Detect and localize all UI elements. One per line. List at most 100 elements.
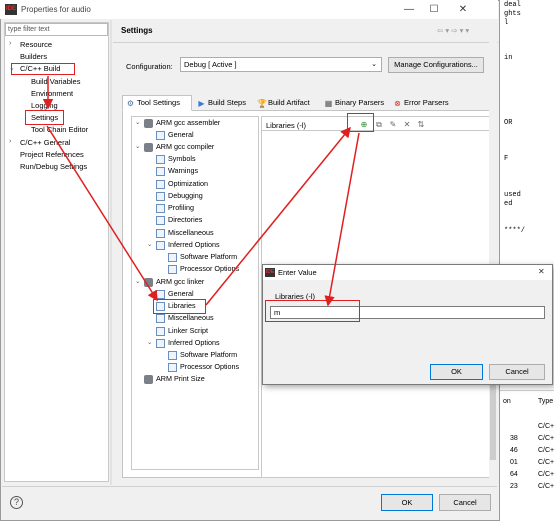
highlight-cc-build bbox=[11, 63, 75, 75]
tool-tree-item-arm-gcc-compiler[interactable]: ARM gcc compiler bbox=[156, 142, 214, 151]
tool-tree-item-debugging[interactable]: Debugging bbox=[168, 191, 203, 200]
copy-icon[interactable]: ⧉ bbox=[374, 120, 384, 130]
page-title: Settings bbox=[121, 26, 153, 35]
nav-item-run-debug-settings[interactable]: Run/Debug Settings bbox=[20, 162, 87, 171]
option-category-icon bbox=[168, 363, 177, 372]
nav-item-environment[interactable]: Environment bbox=[31, 89, 73, 98]
nav-item-build-variables[interactable]: Build Variables bbox=[31, 77, 80, 86]
tool-tree-item-linker-script[interactable]: Linker Script bbox=[168, 326, 208, 335]
twisty-icon[interactable]: ⌄ bbox=[147, 338, 152, 346]
chevron-down-icon: ⌄ bbox=[371, 61, 377, 68]
configuration-select[interactable]: Debug [ Active ] ⌄ bbox=[180, 57, 382, 72]
tool-tree-item-processor-options[interactable]: Processor Options bbox=[180, 264, 239, 273]
table-cell: C/C+ bbox=[538, 483, 554, 490]
code-line: ****/ bbox=[504, 227, 526, 235]
divider bbox=[2, 486, 497, 487]
code-line: in bbox=[504, 54, 513, 62]
tab-build-steps[interactable]: ▶ Build Steps bbox=[193, 95, 252, 111]
twisty-icon[interactable]: › bbox=[9, 40, 11, 47]
edit-icon[interactable]: ✎ bbox=[388, 120, 398, 130]
table-cell: 46 bbox=[510, 447, 518, 454]
tab-label: Tool Settings bbox=[137, 98, 180, 107]
minimize-button[interactable]: — bbox=[398, 2, 420, 17]
tab-label: Build Artifact bbox=[268, 98, 310, 107]
nav-item-c-c-general[interactable]: C/C++ General bbox=[20, 138, 70, 147]
tool-tree-item-symbols[interactable]: Symbols bbox=[168, 154, 196, 163]
option-category-icon bbox=[156, 192, 165, 201]
tool-icon bbox=[144, 375, 153, 384]
history-nav-icons[interactable]: ⇦ ▾ ⇨ ▾ ▾ bbox=[437, 26, 469, 35]
table-header: on bbox=[503, 398, 511, 405]
ok-button[interactable]: OK bbox=[381, 494, 433, 511]
enter-value-cancel-button[interactable]: Cancel bbox=[489, 364, 545, 380]
tool-tree-item-processor-options[interactable]: Processor Options bbox=[180, 362, 239, 371]
tool-tree-item-general[interactable]: General bbox=[168, 289, 194, 298]
help-icon[interactable]: ? bbox=[10, 496, 23, 509]
close-button[interactable]: ✕ bbox=[452, 2, 474, 17]
tab-label: Error Parsers bbox=[404, 98, 449, 107]
option-category-icon bbox=[156, 241, 165, 250]
tool-tree-item-arm-gcc-linker[interactable]: ARM gcc linker bbox=[156, 277, 204, 286]
code-line: F bbox=[504, 155, 509, 163]
twisty-icon[interactable]: ⌄ bbox=[147, 240, 152, 248]
tool-tree-item-general[interactable]: General bbox=[168, 130, 194, 139]
enter-value-close-button[interactable]: ✕ bbox=[538, 267, 545, 276]
tool-tree-item-software-platform[interactable]: Software Platform bbox=[180, 252, 237, 261]
enter-value-ok-button[interactable]: OK bbox=[430, 364, 483, 380]
option-category-icon bbox=[156, 155, 165, 164]
table-cell: C/C+ bbox=[538, 435, 554, 442]
twisty-icon[interactable]: ⌄ bbox=[135, 118, 140, 126]
scrollbar-thumb[interactable] bbox=[490, 380, 496, 460]
tool-tree-item-miscellaneous[interactable]: Miscellaneous bbox=[168, 228, 214, 237]
nav-item-tool-chain-editor[interactable]: Tool Chain Editor bbox=[31, 125, 88, 134]
tool-tree-item-optimization[interactable]: Optimization bbox=[168, 179, 208, 188]
twisty-icon[interactable]: ⌄ bbox=[135, 277, 140, 285]
window-title: Properties for audio bbox=[21, 5, 91, 14]
tool-tree-item-software-platform[interactable]: Software Platform bbox=[180, 350, 237, 359]
highlight-libraries bbox=[153, 299, 206, 314]
tab-build-artifact[interactable]: 🏆 Build Artifact bbox=[253, 95, 319, 111]
option-category-icon bbox=[156, 180, 165, 189]
twisty-icon[interactable]: ⌄ bbox=[135, 142, 140, 150]
delete-icon[interactable]: ✕ bbox=[402, 120, 412, 130]
filter-input[interactable]: type filter text bbox=[5, 23, 108, 36]
tab-icon: ⚙ bbox=[126, 99, 135, 108]
nav-item-project-references[interactable]: Project References bbox=[20, 150, 84, 159]
manage-configurations-button[interactable]: Manage Configurations... bbox=[388, 57, 484, 73]
tool-tree-item-inferred-options[interactable]: Inferred Options bbox=[168, 338, 220, 347]
tab-binary-parsers[interactable]: ▦ Binary Parsers bbox=[320, 95, 388, 111]
tool-tree-item-warnings[interactable]: Warnings bbox=[168, 166, 198, 175]
option-category-icon bbox=[156, 167, 165, 176]
nav-item-logging[interactable]: Logging bbox=[31, 101, 58, 110]
option-category-icon bbox=[156, 229, 165, 238]
tool-tree-item-directories[interactable]: Directories bbox=[168, 215, 202, 224]
tool-icon bbox=[144, 143, 153, 152]
tab-icon: ⊗ bbox=[394, 99, 401, 108]
tool-tree-item-miscellaneous[interactable]: Miscellaneous bbox=[168, 313, 214, 322]
tool-tree-item-inferred-options[interactable]: Inferred Options bbox=[168, 240, 220, 249]
cancel-button[interactable]: Cancel bbox=[439, 494, 491, 511]
tool-tree-item-profiling[interactable]: Profiling bbox=[168, 203, 194, 212]
table-cell: 64 bbox=[510, 471, 518, 478]
tab-error-parsers[interactable]: ⊗ Error Parsers bbox=[389, 95, 453, 111]
tool-tree-item-arm-gcc-assembler[interactable]: ARM gcc assembler bbox=[156, 118, 220, 127]
maximize-button[interactable]: ☐ bbox=[423, 2, 445, 17]
nav-item-builders[interactable]: Builders bbox=[20, 52, 47, 61]
splitter[interactable] bbox=[110, 20, 112, 485]
configuration-label: Configuration: bbox=[126, 62, 173, 71]
option-category-icon bbox=[156, 339, 165, 348]
tab-tool-settings[interactable]: ⚙ Tool Settings bbox=[122, 95, 192, 111]
move-icon[interactable]: ⇅ bbox=[416, 120, 426, 130]
highlight-add-button bbox=[347, 113, 374, 132]
table-cell: 01 bbox=[510, 459, 518, 466]
option-category-icon bbox=[168, 351, 177, 360]
tab-label: Build Steps bbox=[208, 98, 246, 107]
nav-item-resource[interactable]: Resource bbox=[20, 40, 52, 49]
highlight-settings bbox=[25, 110, 64, 125]
tab-icon: ▶ bbox=[198, 99, 205, 108]
twisty-icon[interactable]: › bbox=[9, 138, 11, 145]
option-category-icon bbox=[168, 253, 177, 262]
code-line: used bbox=[504, 191, 521, 199]
option-category-icon bbox=[168, 265, 177, 274]
tool-tree-item-arm-print-size[interactable]: ARM Print Size bbox=[156, 374, 205, 383]
